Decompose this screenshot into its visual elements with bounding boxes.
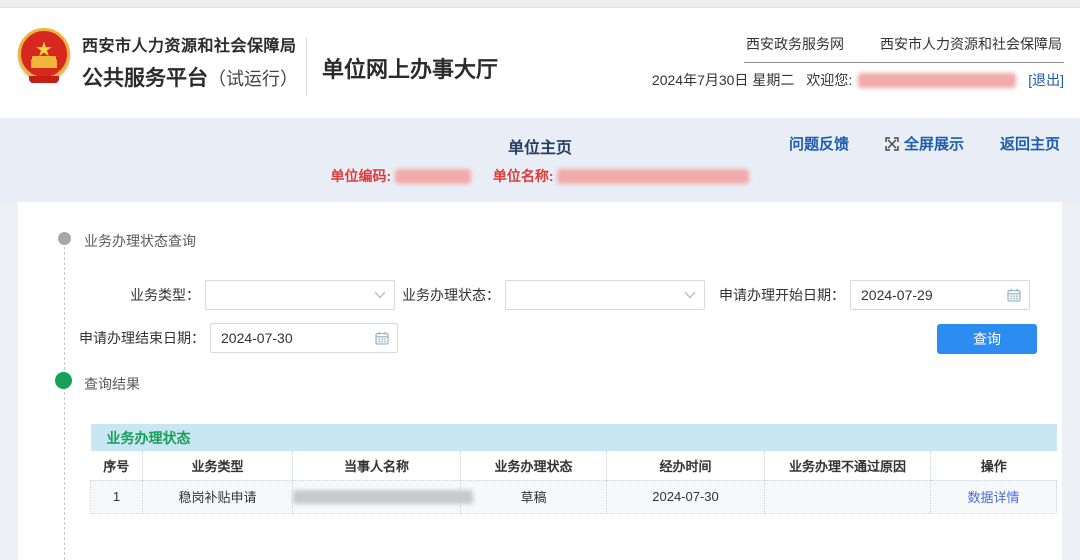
table-header-row: 序号 业务类型 当事人名称 业务办理状态 经办时间 业务办理不通过原因 操作 [90,451,1057,480]
result-section-title: 查询结果 [84,376,140,392]
fullscreen-label: 全屏展示 [903,136,964,153]
org-title-block: 西安市人力资源和社会保障局 公共服务平台（试运行） [82,32,298,92]
emblem-gate-icon [31,59,57,68]
welcome-label: 欢迎您: [806,72,853,88]
query-button[interactable]: 查询 [937,324,1037,354]
col-time: 经办时间 [606,451,765,480]
link-gov-portal[interactable]: 西安政务服务网 [746,34,844,54]
redacted-unit-code [395,168,472,184]
section-bullet-green [55,372,72,389]
end-date-label: 申请办理结束日期： [79,330,205,346]
col-fail-reason: 业务办理不通过原因 [764,451,931,480]
unit-code-label: 单位编码: [330,168,392,184]
result-table: 业务办理状态 序号 业务类型 当事人名称 业务办理状态 经办时间 业务办理不通过… [90,424,1058,514]
header-user-row: 2024年7月30日 星期二 欢迎您: [退出] [652,70,1064,90]
cell-fail-reason [764,479,931,514]
start-date-label: 申请办理开始日期： [719,287,845,303]
query-section-title: 业务办理状态查询 [84,233,196,249]
start-date-value[interactable] [851,287,1007,303]
end-date-value[interactable] [211,330,375,346]
feedback-link[interactable]: 问题反馈 [789,133,849,154]
cell-time: 2024-07-30 [606,479,765,514]
table-row: 1 稳岗补贴申请 草稿 2024-07-30 数据详情 [90,479,1058,514]
logout-link[interactable]: [退出] [1028,70,1064,90]
chevron-down-icon [684,291,696,299]
cell-action: 数据详情 [929,479,1058,514]
header-divider [306,38,307,96]
subheader-band: 单位主页 问题反馈 全屏展示 返回主页 单位编码: 单位名称: [0,118,1080,202]
biz-type-label: 业务类型： [130,287,200,303]
biz-status-select[interactable] [505,280,705,310]
col-party-name: 当事人名称 [292,451,461,480]
start-date-input[interactable] [850,280,1030,310]
back-home-link[interactable]: 返回主页 [1000,133,1060,154]
band-links: 问题反馈 全屏展示 返回主页 [789,133,1060,154]
biz-status-label: 业务办理状态： [402,287,500,303]
org-name: 西安市人力资源和社会保障局 [82,38,297,55]
table-caption-row: 业务办理状态 [90,424,1057,451]
biz-type-value[interactable] [206,287,374,303]
section-bullet-gray [58,232,71,245]
unit-info-line: 单位编码: 单位名称: [0,166,1080,186]
col-action: 操作 [930,451,1057,480]
cell-seq: 1 [90,479,143,514]
col-biz-type: 业务类型 [142,451,293,480]
portal-title: 单位网上办事大厅 [322,57,499,82]
calendar-icon[interactable] [1007,288,1021,302]
emblem-ribbon [29,76,59,83]
platform-name-text: 公共服务平台 [82,67,208,90]
link-hr-bureau[interactable]: 西安市人力资源和社会保障局 [880,34,1062,54]
top-strip [0,0,1080,8]
content-panel: 业务办理状态查询 业务类型： 业务办理状态： 申请办理开始日期： 申请办理结束日… [18,202,1062,560]
redacted-unit-name [557,168,750,184]
cell-status: 草稿 [460,479,607,514]
platform-name-suffix: （试运行） [208,69,298,89]
data-detail-link[interactable]: 数据详情 [968,490,1020,505]
cell-party-name [292,479,473,514]
header-right: 西安政务服务网 西安市人力资源和社会保障局 [744,34,1064,63]
end-date-input[interactable] [210,323,398,353]
back-home-label: 返回主页 [999,136,1060,153]
calendar-icon[interactable] [375,331,389,345]
cell-biz-type: 稳岗补贴申请 [142,479,293,514]
unit-name-label: 单位名称: [492,168,554,184]
platform-name: 公共服务平台（试运行） [82,62,298,92]
site-header: ★ 西安市人力资源和社会保障局 公共服务平台（试运行） 单位网上办事大厅 西安政… [0,8,1080,118]
fullscreen-link[interactable]: 全屏展示 [885,133,964,154]
col-status: 业务办理状态 [460,451,607,480]
table-caption: 业务办理状态 [106,429,191,446]
national-emblem-logo: ★ [18,28,70,83]
col-seq: 序号 [90,451,143,480]
emblem-star-icon: ★ [35,39,53,61]
header-top-links: 西安政务服务网 西安市人力资源和社会保障局 [744,34,1064,63]
fullscreen-icon [885,136,899,151]
biz-status-value[interactable] [506,287,684,303]
feedback-label: 问题反馈 [788,136,849,153]
redacted-username [858,72,1017,88]
redacted-party-name [293,490,473,505]
current-date: 2024年7月30日 星期二 [651,72,795,88]
